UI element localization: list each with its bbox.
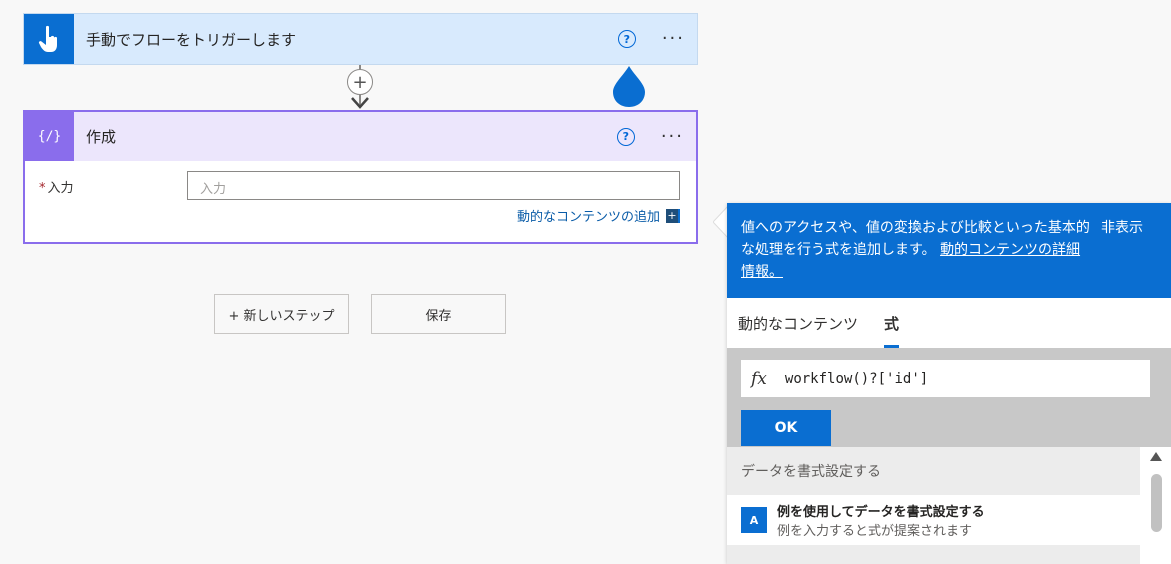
- list-item-title: 例を使用してデータを書式設定する: [777, 505, 985, 520]
- ok-button[interactable]: OK: [741, 410, 831, 446]
- next-section-header[interactable]: [727, 545, 1140, 564]
- section-header[interactable]: データを書式設定する: [727, 447, 1140, 495]
- compose-body: * 入力 入力 動的なコンテンツの追加 +: [25, 161, 696, 242]
- trigger-title: 手動でフローをトリガーします: [86, 30, 297, 49]
- list-item-text: 例を使用してデータを書式設定する 例を入力すると式が提案されます: [777, 501, 985, 539]
- add-dynamic-content-link[interactable]: 動的なコンテンツの追加 +: [517, 206, 680, 225]
- dynamic-content-panel: 値へのアクセスや、値の変換および比較といった基本的な処理を行う式を追加します。 …: [727, 203, 1171, 564]
- compose-title: 作成: [86, 128, 117, 146]
- arrow-down-icon: [351, 97, 369, 109]
- panel-header: 値へのアクセスや、値の変換および比較といった基本的な処理を行う式を追加します。 …: [727, 203, 1171, 298]
- scroll-up-icon[interactable]: [1150, 452, 1162, 461]
- function-list: データを書式設定する A 例を使用してデータを書式設定する 例を入力すると式が提…: [727, 447, 1171, 564]
- help-icon[interactable]: ?: [616, 127, 635, 146]
- new-step-button[interactable]: + 新しいステップ: [214, 294, 349, 334]
- fx-icon: fx: [751, 368, 767, 389]
- list-item-description: 例を入力すると式が提案されます: [777, 524, 973, 539]
- list-item[interactable]: A 例を使用してデータを書式設定する 例を入力すると式が提案されます: [727, 495, 1140, 545]
- compose-icon: {∕}: [25, 112, 74, 161]
- input-label-text: 入力: [47, 181, 74, 196]
- input-field-label: * 入力: [39, 177, 74, 196]
- help-icon[interactable]: ?: [617, 30, 636, 48]
- scrollbar[interactable]: [1141, 447, 1171, 564]
- panel-tabs: 動的なコンテンツ 式: [727, 298, 1171, 348]
- scroll-thumb[interactable]: [1151, 474, 1162, 532]
- save-button[interactable]: 保存: [371, 294, 506, 334]
- add-plus-icon: +: [666, 208, 680, 223]
- more-options-icon[interactable]: ···: [662, 30, 685, 48]
- input-field[interactable]: 入力: [187, 171, 680, 200]
- add-dynamic-content-text: 動的なコンテンツの追加: [516, 210, 660, 225]
- compose-header[interactable]: {∕} 作成 ? ···: [25, 112, 696, 161]
- insert-step-button[interactable]: +: [347, 69, 373, 95]
- required-marker: *: [39, 181, 46, 196]
- expression-input[interactable]: fx workflow()?['id']: [741, 360, 1150, 397]
- tab-dynamic-content[interactable]: 動的なコンテンツ: [738, 298, 858, 348]
- expression-area: fx workflow()?['id'] OK: [727, 348, 1171, 447]
- hide-panel-button[interactable]: 非表示: [1101, 217, 1143, 239]
- more-options-icon[interactable]: ···: [661, 127, 684, 146]
- compose-card[interactable]: {∕} 作成 ? ··· * 入力 入力 動的なコンテンツの追加 +: [23, 110, 698, 244]
- drop-indicator-icon: [613, 66, 645, 107]
- format-data-icon: A: [741, 507, 767, 533]
- hand-touch-icon: [24, 14, 74, 64]
- trigger-card[interactable]: 手動でフローをトリガーします ? ···: [23, 13, 698, 65]
- expression-text: workflow()?['id']: [784, 370, 929, 387]
- tab-expression[interactable]: 式: [884, 298, 900, 348]
